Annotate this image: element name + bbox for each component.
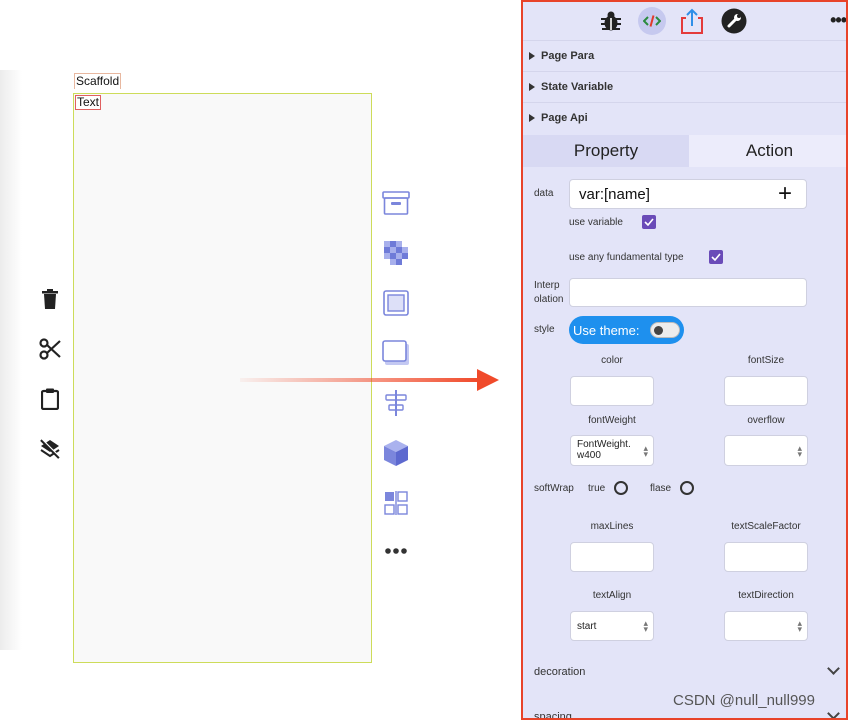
section-label: Page Para [541,50,595,62]
textalign-select[interactable]: start ▴ ▾ [570,611,654,641]
decoration-label: decoration [534,666,586,678]
align-center-icon[interactable] [381,388,411,418]
text-widget-label[interactable]: Text [75,95,102,110]
expand-triangle-icon [529,52,535,60]
wrench-icon[interactable] [720,7,748,35]
checker-icon[interactable] [381,238,411,268]
cut-icon[interactable] [38,337,62,361]
scaffold-label[interactable]: Scaffold [74,73,122,89]
style-label: style [534,324,555,335]
softwrap-false-radio[interactable] [680,481,694,495]
card-icon[interactable] [381,338,411,368]
interpolation-label-2: olation [534,294,564,305]
grid-icon[interactable] [381,488,411,518]
layers-off-icon[interactable] [38,437,62,461]
overflow-select[interactable]: ▴ ▾ [724,435,808,466]
fontweight-value-2: w400 [577,450,601,461]
frame-icon[interactable] [381,288,411,318]
color-input[interactable] [570,376,654,406]
fontsize-label: fontSize [747,355,785,366]
color-label: color [601,355,623,366]
watermark: CSDN @null_null999 [673,692,815,709]
data-label: data [534,188,554,199]
textalign-label: textAlign [592,590,632,601]
use-theme-toggle[interactable]: Use theme: [569,316,684,344]
fontweight-select[interactable]: FontWeight. w400 ▴ ▾ [570,435,654,466]
use-any-type-checkbox[interactable] [709,250,723,264]
use-any-type-label: use any fundamental type [569,252,684,263]
fontsize-input[interactable] [724,376,808,406]
delete-icon[interactable] [38,287,62,311]
interpolation-input[interactable] [569,278,807,307]
panel-toolbar: ••• [523,2,846,40]
cube-icon[interactable] [381,438,411,468]
chevron-down-icon[interactable] [827,707,840,718]
maxlines-input[interactable] [570,542,654,572]
chevron-down-icon[interactable] [827,662,840,675]
overflow-label: overflow [747,415,785,426]
select-caret-icon: ▴ ▾ [797,618,802,634]
tab-action[interactable]: Action [689,135,846,167]
softwrap-false-label: flase [650,483,672,494]
softwrap-true-radio[interactable] [614,481,628,495]
code-icon[interactable] [638,7,666,35]
share-icon[interactable] [678,7,706,35]
maxlines-label: maxLines [590,521,634,532]
arrow-head [477,369,499,391]
section-label: Page Api [541,112,588,124]
clipboard-icon[interactable] [38,387,62,411]
more-icon[interactable] [381,536,411,566]
left-shade [0,70,22,650]
use-theme-switch[interactable] [650,322,680,338]
section-state-variable[interactable]: State Variable [523,71,846,102]
textscale-input[interactable] [724,542,808,572]
select-caret-icon: ▴ ▾ [643,442,648,459]
softwrap-true-label: true [588,483,606,494]
use-variable-label: use variable [569,217,623,228]
tab-property[interactable]: Property [523,135,689,167]
textscale-label: textScaleFactor [731,521,801,532]
textdirection-label: textDirection [738,590,794,601]
textdirection-select[interactable]: ▴ ▾ [724,611,808,641]
section-label: State Variable [541,81,614,93]
spacing-label: spacing [534,711,572,720]
container-icon[interactable] [381,188,411,218]
interpolation-label-1: Interp [534,280,560,291]
use-variable-checkbox[interactable] [642,215,656,229]
panel-more-button[interactable]: ••• [830,10,846,31]
expand-triangle-icon [529,114,535,122]
arrow-line [240,378,480,382]
select-caret-icon: ▴ ▾ [643,618,648,634]
data-input-value: var:[name] [579,186,650,203]
fontweight-value-1: FontWeight. [577,439,631,450]
fontweight-label: fontWeight [588,415,636,426]
softwrap-label: softWrap [534,483,574,494]
data-input[interactable]: var:[name] + [569,179,807,209]
select-caret-icon: ▴ ▾ [797,442,802,459]
section-page-para[interactable]: Page Para [523,40,846,71]
section-page-api[interactable]: Page Api [523,102,846,133]
expand-triangle-icon [529,83,535,91]
textalign-value: start [577,621,597,632]
properties-panel: ••• Page Para State Variable Page Api Pr… [521,0,848,720]
bug-icon[interactable] [597,7,625,35]
add-icon[interactable]: + [778,180,792,208]
use-theme-label: Use theme: [573,322,640,338]
